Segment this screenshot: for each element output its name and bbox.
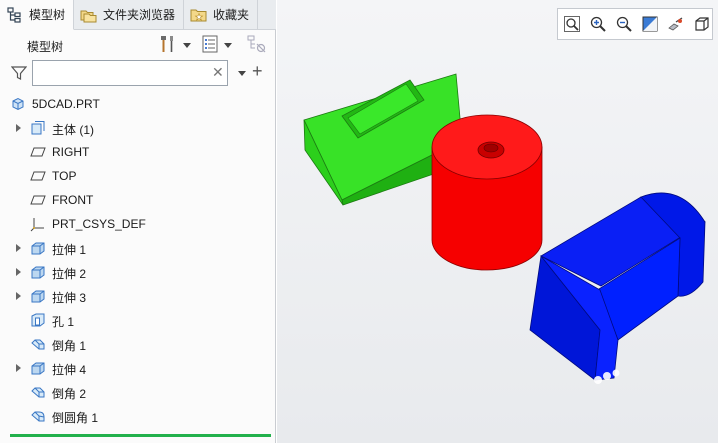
tree-item-top[interactable]: TOP — [0, 164, 276, 188]
tree-item-label: 拉伸 4 — [52, 363, 87, 377]
extrude-icon — [30, 288, 46, 304]
tab-label: 模型树 — [29, 8, 66, 22]
tree-item-extrude-1[interactable]: 拉伸 1 — [0, 236, 276, 260]
chamfer-icon — [30, 336, 46, 352]
settings-tools-button[interactable] — [158, 35, 191, 55]
tree-item-label: 倒角 2 — [52, 387, 87, 401]
red-cylinder[interactable] — [431, 114, 543, 271]
model-tree-panel: 模型树 文件夹浏览器 收藏夹 模型树 ✕ + 5DCAD.PRT 主体 (1) … — [0, 0, 276, 443]
expand-arrow-icon[interactable] — [16, 124, 21, 132]
tree-item-label: 5DCAD.PRT — [32, 97, 100, 111]
tab-label: 文件夹浏览器 — [103, 8, 176, 22]
expand-arrow-icon[interactable] — [16, 268, 21, 276]
navigator-tabbar: 模型树 文件夹浏览器 收藏夹 — [0, 0, 276, 30]
tree-item-round-1[interactable]: 倒圆角 1 — [0, 404, 276, 428]
tree-item-label: 孔 1 — [52, 315, 75, 329]
tree-item-label: TOP — [52, 169, 77, 183]
tree-item-label: FRONT — [52, 193, 94, 207]
show-columns-icon — [201, 34, 219, 57]
tree-item-label: 倒圆角 1 — [52, 411, 99, 425]
tree-item-label: PRT_CSYS_DEF — [52, 217, 146, 231]
tree-item-front[interactable]: FRONT — [0, 188, 276, 212]
tree-item-extrude-4[interactable]: 拉伸 4 — [0, 356, 276, 380]
tree-item-label: 主体 (1) — [52, 123, 95, 137]
extrude-icon — [30, 264, 46, 280]
display-filter-button[interactable] — [246, 35, 268, 55]
tree-filter-row: ✕ + — [0, 59, 276, 87]
coordinate-system-icon — [30, 216, 46, 232]
expand-arrow-icon[interactable] — [16, 244, 21, 252]
close-icon[interactable]: ✕ — [212, 65, 224, 79]
tree-title: 模型树 — [27, 40, 64, 54]
model-tree-icon — [6, 6, 24, 23]
expand-arrow-icon[interactable] — [16, 292, 21, 300]
favorites-icon — [190, 7, 208, 23]
tab-model-tree[interactable]: 模型树 — [0, 0, 75, 30]
chamfer-icon — [30, 384, 46, 400]
show-columns-button[interactable] — [201, 35, 232, 55]
tree-item-label: 拉伸 1 — [52, 243, 87, 257]
tree-item-extrude-3[interactable]: 拉伸 3 — [0, 284, 276, 308]
tree-item-chamfer-2[interactable]: 倒角 2 — [0, 380, 276, 404]
chevron-down-icon — [183, 42, 191, 48]
tab-favorites[interactable]: 收藏夹 — [184, 0, 259, 29]
tree-item-label: 拉伸 2 — [52, 267, 87, 281]
tree-item-body[interactable]: 主体 (1) — [0, 116, 276, 140]
model-scene[interactable] — [277, 0, 718, 443]
tree-item-label: RIGHT — [52, 145, 90, 159]
tree-header: 模型树 — [0, 31, 276, 59]
add-icon[interactable]: + — [252, 62, 263, 80]
datum-plane-icon — [30, 168, 46, 184]
tree-item-chamfer-1[interactable]: 倒角 1 — [0, 332, 276, 356]
display-filter-icon — [246, 34, 268, 57]
tree-item-root-part[interactable]: 5DCAD.PRT — [0, 92, 276, 116]
search-input[interactable] — [32, 60, 228, 86]
graphics-window[interactable] — [277, 0, 718, 443]
body-icon — [30, 120, 46, 136]
expand-arrow-icon[interactable] — [16, 364, 21, 372]
datum-plane-icon — [30, 144, 46, 160]
tab-folder-browser[interactable]: 文件夹浏览器 — [74, 0, 185, 29]
tree-item-extrude-2[interactable]: 拉伸 2 — [0, 260, 276, 284]
tree-item-csys[interactable]: PRT_CSYS_DEF — [0, 212, 276, 236]
tree-item-right[interactable]: RIGHT — [0, 140, 276, 164]
settings-tools-icon — [158, 34, 178, 57]
round-icon — [30, 408, 46, 424]
hole-icon — [30, 312, 46, 328]
chevron-down-icon[interactable] — [238, 71, 246, 76]
blue-part[interactable] — [529, 192, 706, 381]
filter-icon[interactable] — [10, 65, 28, 84]
part-icon — [10, 96, 26, 112]
extrude-icon — [30, 240, 46, 256]
tab-label: 收藏夹 — [213, 8, 250, 22]
tree-item-hole-1[interactable]: 孔 1 — [0, 308, 276, 332]
tree-item-label: 拉伸 3 — [52, 291, 87, 305]
datum-plane-icon — [30, 192, 46, 208]
folder-browser-icon — [80, 7, 98, 23]
chevron-down-icon — [224, 42, 232, 48]
insert-here-indicator[interactable] — [10, 434, 271, 437]
tree-item-label: 倒角 1 — [52, 339, 87, 353]
extrude-icon — [30, 360, 46, 376]
